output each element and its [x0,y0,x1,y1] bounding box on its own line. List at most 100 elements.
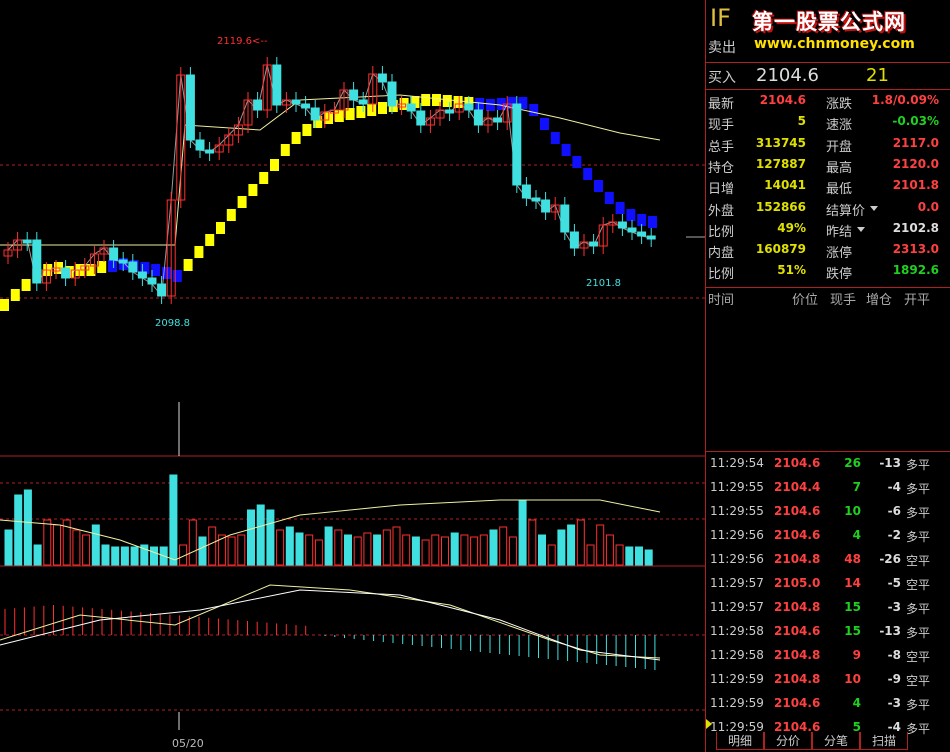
quote-row: 比例 49% 昨结 2102.8 [706,219,950,240]
tick-time: 11:29:59 [710,696,764,710]
volume-bar [557,529,566,566]
candle-body [646,235,656,240]
tab-trades[interactable]: 分笔 [812,732,860,750]
tick-row: 11:29:58 2104.8 9 -8 空平 [706,644,950,668]
candle-body [531,197,541,202]
quote-value: 1892.6 [892,263,939,278]
candle-body [377,73,387,83]
tick-oi: -3 [887,600,901,614]
tick-price: 2104.8 [774,552,821,566]
tick-row: 11:29:55 2104.4 7 -4 多平 [706,476,950,500]
tick-oi: -13 [879,624,901,638]
band-block [356,106,366,118]
tab-price[interactable]: 分价 [764,732,812,750]
volume-bar [421,539,430,566]
col-vol: 现手 [830,293,857,308]
candle-body [358,99,368,105]
quote-row: 最新 2104.6 涨跌 1.8/0.09% [706,91,950,112]
quote-label: 涨停 [826,246,853,262]
band-block [248,184,258,196]
tab-detail[interactable]: 明细 [716,732,764,750]
candle-body [569,231,579,249]
tick-type: 多平 [906,482,931,496]
quote-value: 2120.0 [892,156,939,171]
low-label-1: 2098.8 [155,318,190,329]
band-block [21,279,31,291]
volume-bar [237,534,246,566]
candle-body [493,117,503,123]
volume-bar [314,539,323,566]
volume-bar [489,529,498,566]
volume-bar [547,544,556,566]
band-block [604,192,614,204]
candle-body [349,89,359,101]
band-block [367,104,377,116]
band-block [561,144,571,156]
tick-vol: 15 [844,624,861,638]
tick-price: 2104.6 [774,504,821,518]
candle-body [272,64,282,106]
volume-bar [72,529,81,566]
tick-vol: 26 [844,456,861,470]
volume-bar [344,534,352,566]
chevron-down-icon[interactable] [870,205,878,211]
quote-value: 160879 [755,242,806,257]
tick-time: 11:29:56 [710,552,764,566]
quote-row: 总手 313745 开盘 2117.0 [706,134,950,155]
quote-label: 开盘 [826,139,853,155]
tab-scan[interactable]: 扫描 [860,732,908,750]
quote-panel: IF 卖出 第一股票公式网 www.chnmoney.com 买入 2104.6… [705,0,950,752]
trend-band [0,94,657,311]
band-block [529,104,539,116]
tick-vol: 4 [852,528,861,542]
volume-bar [499,526,508,566]
tick-price: 2104.6 [774,696,821,710]
tick-oi: -26 [879,552,901,566]
current-tick-marker [706,719,712,729]
quote-label: 日增 [708,182,735,198]
quote-row: 内盘 160879 涨停 2313.0 [706,240,950,261]
volume-bar [644,549,653,566]
band-block [172,270,182,282]
tick-time: 11:29:59 [710,672,764,686]
volume-bar [101,544,110,566]
quote-row: 持仓 127887 最高 2120.0 [706,155,950,176]
band-block [442,95,452,107]
tick-type: 多平 [906,458,931,472]
quote-row: 比例 51% 跌停 1892.6 [706,261,950,282]
quote-value: 152866 [755,199,806,214]
tick-time: 11:29:58 [710,624,764,638]
band-block [259,172,269,184]
volume-bar [441,536,449,566]
tick-type: 多平 [906,602,931,616]
volume-bar [353,536,362,566]
tick-time: 11:29:57 [710,576,764,590]
volume-bar [635,546,643,566]
kline-chart[interactable]: 2119.6<-- 2098.8 2101.8 05/20 [0,0,705,752]
tick-time: 11:29:55 [710,504,764,518]
quote-value: 14041 [764,178,806,193]
buy-label: 买入 [708,70,736,86]
tick-price: 2104.8 [774,672,821,686]
candle-body [22,239,32,244]
candle-body [32,239,42,284]
volume-bar [305,534,314,566]
volume-bar [23,489,32,566]
tick-price: 2104.6 [774,456,821,470]
tick-vol: 10 [844,672,861,686]
volume-bar [33,544,42,566]
band-block [0,299,9,311]
quote-label: 比例 [708,224,735,240]
chevron-down-icon[interactable] [857,226,865,232]
quote-value: 313745 [755,135,806,150]
col-price: 价位 [792,293,819,308]
quote-label: 涨跌 [826,97,853,112]
volume-bar [208,526,217,566]
volume-bar [615,544,624,566]
tick-type: 多平 [906,698,931,712]
volume-bar [285,526,294,566]
volume-bar [227,536,236,566]
candle-body [627,227,637,233]
col-type: 开平 [904,293,931,308]
volume-bar [392,526,401,566]
